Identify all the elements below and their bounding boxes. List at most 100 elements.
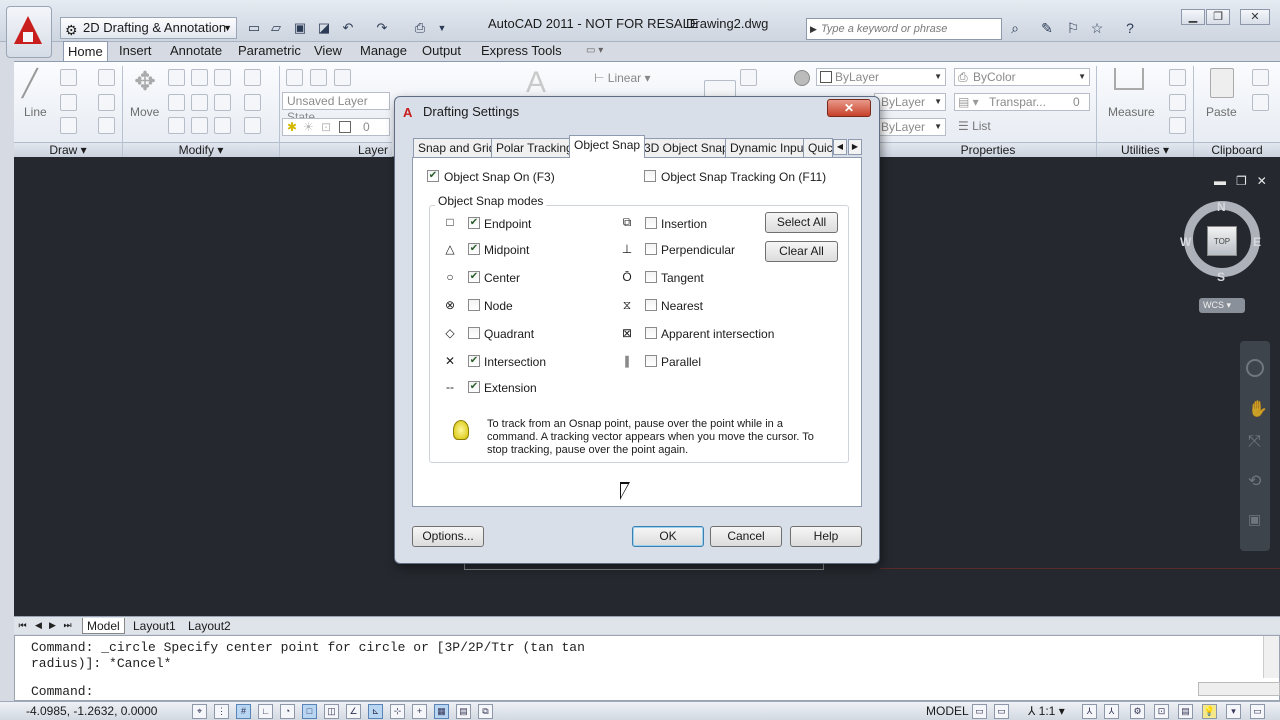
measure-button[interactable]: Measure — [1108, 105, 1155, 119]
help-button[interactable]: Help — [790, 526, 862, 547]
communication-center-icon[interactable]: ⚐ — [1063, 18, 1083, 38]
auto-scale-icon[interactable]: ⅄ — [1104, 704, 1119, 719]
prev-layout-icon[interactable]: ◀ — [32, 619, 45, 632]
lock-ui-icon[interactable]: ⊡ — [1154, 704, 1169, 719]
tab-3d-object-snap[interactable]: 3D Object Snap — [639, 138, 734, 158]
annotation-visibility-icon[interactable]: ⅄ — [1082, 704, 1097, 719]
clean-screen-icon[interactable]: ▭ — [1250, 704, 1265, 719]
command-scrollbar[interactable] — [1263, 636, 1279, 678]
save-icon[interactable]: ▣ — [290, 18, 310, 38]
selection-cycling-icon[interactable]: ⧉ — [478, 704, 493, 719]
subscription-center-icon[interactable]: ✎ — [1037, 18, 1057, 38]
layer-state-dropdown[interactable]: Unsaved Layer State — [282, 92, 390, 124]
tab-layout1[interactable]: Layout1 — [129, 618, 180, 634]
polyline-icon[interactable] — [60, 69, 77, 86]
center-checkbox[interactable]: ✔ — [468, 271, 480, 283]
save-as-icon[interactable]: ◪ — [314, 18, 334, 38]
last-layout-icon[interactable]: ⏭ — [61, 619, 74, 632]
quadrant-checkbox[interactable] — [468, 327, 480, 339]
id-point-icon[interactable] — [1169, 117, 1186, 134]
object-snap-on-checkbox[interactable]: ✔ — [427, 170, 439, 182]
linear-dimension-button[interactable]: ⊢ Linear ▾ — [594, 71, 651, 85]
dialog-close-button[interactable]: ✕ — [827, 99, 871, 117]
fillet-icon[interactable] — [244, 94, 261, 111]
viewport-restore-icon[interactable]: ❐ — [1236, 174, 1247, 188]
tab-dynamic-input[interactable]: Dynamic Input — [725, 138, 812, 158]
stretch-icon[interactable] — [168, 94, 185, 111]
scale-icon[interactable] — [191, 94, 208, 111]
trim-icon[interactable] — [244, 69, 261, 86]
chamfer-icon[interactable] — [244, 117, 261, 134]
circle-icon[interactable] — [60, 94, 77, 111]
hardware-acceleration-icon[interactable]: ▤ — [1178, 704, 1193, 719]
linetype-dropdown[interactable]: ByLayer ▼ — [874, 93, 946, 111]
object-snap-tracking-checkbox[interactable] — [644, 170, 656, 182]
array-icon[interactable] — [214, 94, 231, 111]
command-window[interactable]: Command: _circle Specify center point fo… — [14, 635, 1280, 701]
pan-icon[interactable]: ✋ — [1248, 399, 1268, 419]
status-bar-menu-icon[interactable]: ▾ — [1226, 704, 1241, 719]
transparency-dropdown[interactable]: ▤ ▾ Transpar... 0 — [954, 93, 1090, 111]
redo-icon[interactable]: ↷ — [372, 18, 392, 38]
quick-properties-icon[interactable]: ▤ — [456, 704, 471, 719]
zoom-icon[interactable]: ⤧ — [1248, 433, 1261, 451]
endpoint-checkbox[interactable]: ✔ — [468, 217, 480, 229]
block-create-icon[interactable] — [740, 69, 757, 86]
tangent-checkbox[interactable] — [645, 271, 657, 283]
grid-display-icon[interactable]: # — [236, 704, 251, 719]
plot-style-dropdown[interactable]: ⎙ ByColor ▼ — [954, 68, 1090, 86]
tab-object-snap[interactable]: Object Snap — [569, 135, 646, 158]
intersection-checkbox[interactable]: ✔ — [468, 355, 480, 367]
open-icon[interactable]: ▱ — [266, 18, 286, 38]
tab-express-tools[interactable]: Express Tools — [477, 41, 566, 61]
minimize-button[interactable]: ▁ — [1181, 9, 1205, 25]
ok-button[interactable]: OK — [632, 526, 704, 547]
measure-icon[interactable] — [1114, 68, 1144, 90]
move-button[interactable]: Move — [130, 105, 159, 119]
polar-tracking-icon[interactable]: ◔ — [280, 704, 295, 719]
quick-select-icon[interactable] — [1169, 69, 1186, 86]
tab-annotate[interactable]: Annotate — [166, 41, 226, 61]
quick-view-layouts-icon[interactable]: ▭ — [972, 704, 987, 719]
viewport-minimize-icon[interactable]: ▬ — [1214, 174, 1226, 188]
utilities-panel-label[interactable]: Utilities ▾ — [1097, 142, 1193, 158]
compass-south[interactable]: S — [1217, 270, 1225, 284]
isolate-objects-icon[interactable]: 💡 — [1202, 704, 1217, 719]
tab-home[interactable]: Home — [63, 41, 108, 62]
viewport-close-icon[interactable]: ✕ — [1257, 174, 1267, 188]
explode-icon[interactable] — [191, 117, 208, 134]
calculator-icon[interactable] — [1169, 94, 1186, 111]
navigation-bar[interactable]: ✋ ⤧ ⟲ ▣ — [1240, 341, 1270, 551]
color-dropdown[interactable]: ByLayer ▼ — [816, 68, 946, 86]
ortho-mode-icon[interactable]: ∟ — [258, 704, 273, 719]
next-layout-icon[interactable]: ▶ — [46, 619, 59, 632]
layer-properties-icon[interactable] — [286, 69, 303, 86]
infer-constraints-icon[interactable]: ⌖ — [192, 704, 207, 719]
viewcube-top-face[interactable]: TOP — [1207, 226, 1237, 256]
qat-menu-icon[interactable]: ▼ — [432, 18, 452, 38]
tab-snap-and-grid[interactable]: Snap and Grid — [413, 138, 501, 158]
tab-quick-properties[interactable]: Quic — [803, 138, 833, 158]
apparent-intersection-checkbox[interactable] — [645, 327, 657, 339]
new-icon[interactable]: ▭ — [244, 18, 264, 38]
tab-parametric[interactable]: Parametric — [234, 41, 305, 61]
midpoint-checkbox[interactable]: ✔ — [468, 243, 480, 255]
annotation-scale[interactable]: ⅄ 1:1 ▾ — [1028, 704, 1065, 718]
offset-icon[interactable] — [214, 117, 231, 134]
orbit-icon[interactable]: ⟲ — [1248, 471, 1261, 491]
tab-view[interactable]: View — [310, 41, 346, 61]
move-tool-icon[interactable]: ✥ — [130, 66, 160, 96]
ducs-icon[interactable]: ⊾ — [368, 704, 383, 719]
lineweight-icon[interactable]: + — [412, 704, 427, 719]
tab-insert[interactable]: Insert — [115, 41, 156, 61]
paste-button[interactable]: Paste — [1206, 105, 1237, 119]
perpendicular-checkbox[interactable] — [645, 243, 657, 255]
undo-icon[interactable]: ↶ — [338, 18, 358, 38]
list-button[interactable]: ☰ List — [958, 119, 991, 133]
quick-view-drawings-icon[interactable]: ▭ — [994, 704, 1009, 719]
copy-clip-icon[interactable] — [1252, 94, 1269, 111]
draw-panel-label[interactable]: Draw ▾ — [14, 142, 122, 158]
binoculars-icon[interactable]: ⌕ — [1005, 18, 1025, 38]
3d-osnap-icon[interactable]: ◫ — [324, 704, 339, 719]
layers-panel-label[interactable]: Layer — [280, 142, 392, 158]
